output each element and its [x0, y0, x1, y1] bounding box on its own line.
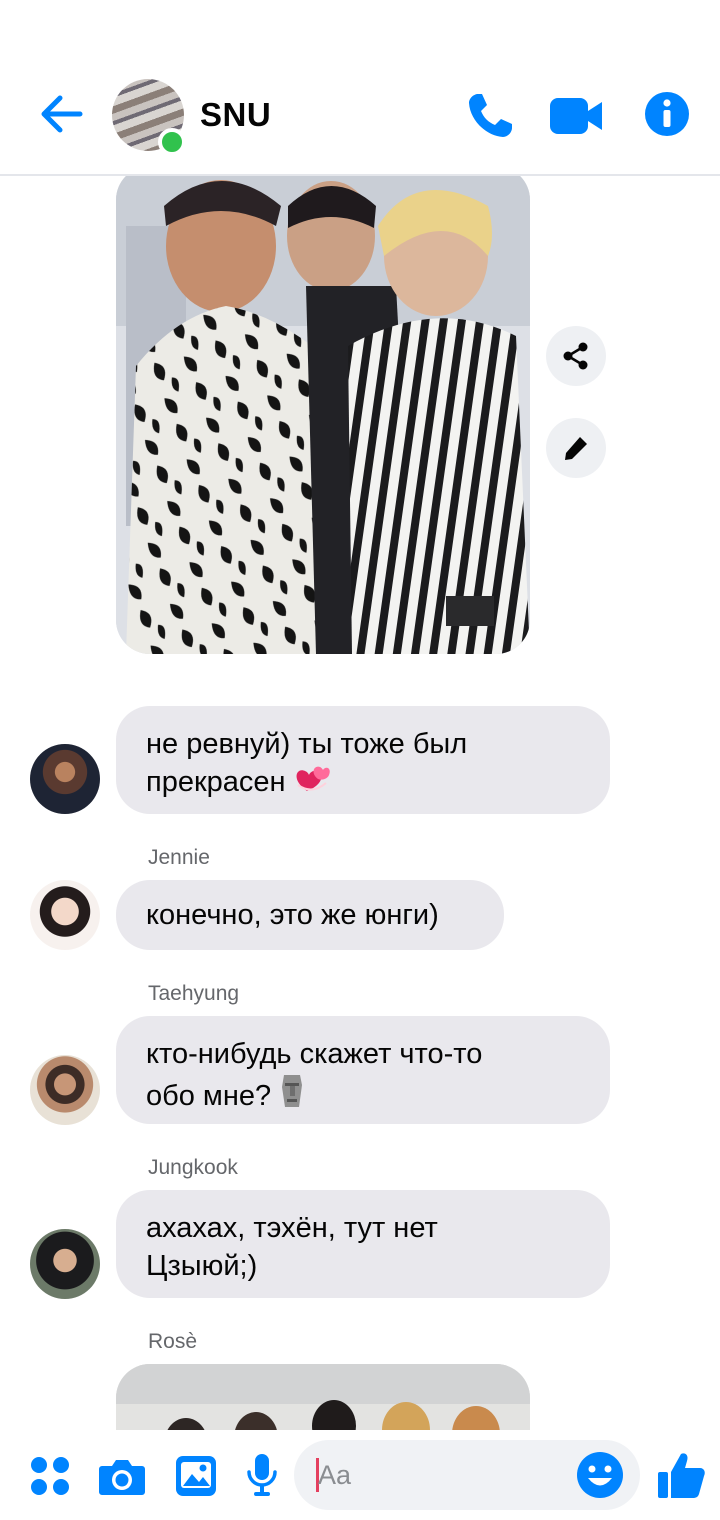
message-input[interactable]: [318, 1440, 578, 1510]
chat-title[interactable]: SNU: [200, 96, 271, 134]
share-button[interactable]: [546, 326, 606, 386]
message-text-line: обо мне?: [146, 1080, 272, 1112]
avatar[interactable]: [30, 1055, 100, 1125]
message-bubble[interactable]: конечно, это же юнги): [116, 880, 504, 950]
edit-button[interactable]: [546, 418, 606, 478]
message-input-container[interactable]: [294, 1440, 640, 1510]
online-status-dot: [158, 128, 186, 156]
video-camera-icon[interactable]: [548, 94, 604, 143]
sender-name: Jungkook: [148, 1156, 238, 1179]
avatar[interactable]: [30, 744, 100, 814]
moai-icon: [279, 1073, 305, 1119]
chat-header: SNU: [0, 0, 720, 176]
sender-name: Jennie: [148, 846, 210, 869]
sender-name: Taehyung: [148, 982, 240, 1005]
message-text-line: не ревнуй) ты тоже был: [146, 728, 468, 760]
message-text-line: прекрасен: [146, 766, 286, 798]
message-text-line: Цзыюй;): [146, 1250, 258, 1282]
message-text-line: кто-нибудь скажет что-то: [146, 1038, 483, 1070]
message-text-line: конечно, это же юнги): [146, 899, 439, 931]
message-bubble[interactable]: ахахах, тэхён, тут нет Цзыюй;): [116, 1190, 610, 1298]
message-composer: [0, 1430, 720, 1520]
message-bubble[interactable]: не ревнуй) ты тоже был прекрасен: [116, 706, 610, 814]
avatar[interactable]: [30, 880, 100, 950]
avatar[interactable]: [30, 1229, 100, 1299]
edit-pencil-icon: [565, 437, 587, 460]
info-icon[interactable]: [644, 91, 690, 142]
chat-screen: SNU не ревнуй) ты тоже был прекрасен Jen…: [0, 0, 720, 1520]
back-arrow-icon[interactable]: [36, 88, 88, 140]
gallery-icon[interactable]: [174, 1454, 218, 1503]
message-bubble[interactable]: кто-нибудь скажет что-то обо мне?: [116, 1016, 610, 1124]
two-hearts-icon: [294, 763, 330, 805]
sender-name: Rosè: [148, 1330, 198, 1353]
camera-icon[interactable]: [98, 1456, 146, 1501]
menu-dots-icon[interactable]: [30, 1456, 70, 1501]
microphone-icon[interactable]: [246, 1452, 278, 1503]
message-text-line: ахахах, тэхён, тут нет: [146, 1212, 438, 1244]
like-thumb-icon[interactable]: [656, 1450, 706, 1505]
share-icon: [563, 342, 588, 370]
emoji-icon[interactable]: [576, 1451, 624, 1504]
phone-icon[interactable]: [464, 90, 516, 147]
image-message[interactable]: [116, 166, 530, 654]
